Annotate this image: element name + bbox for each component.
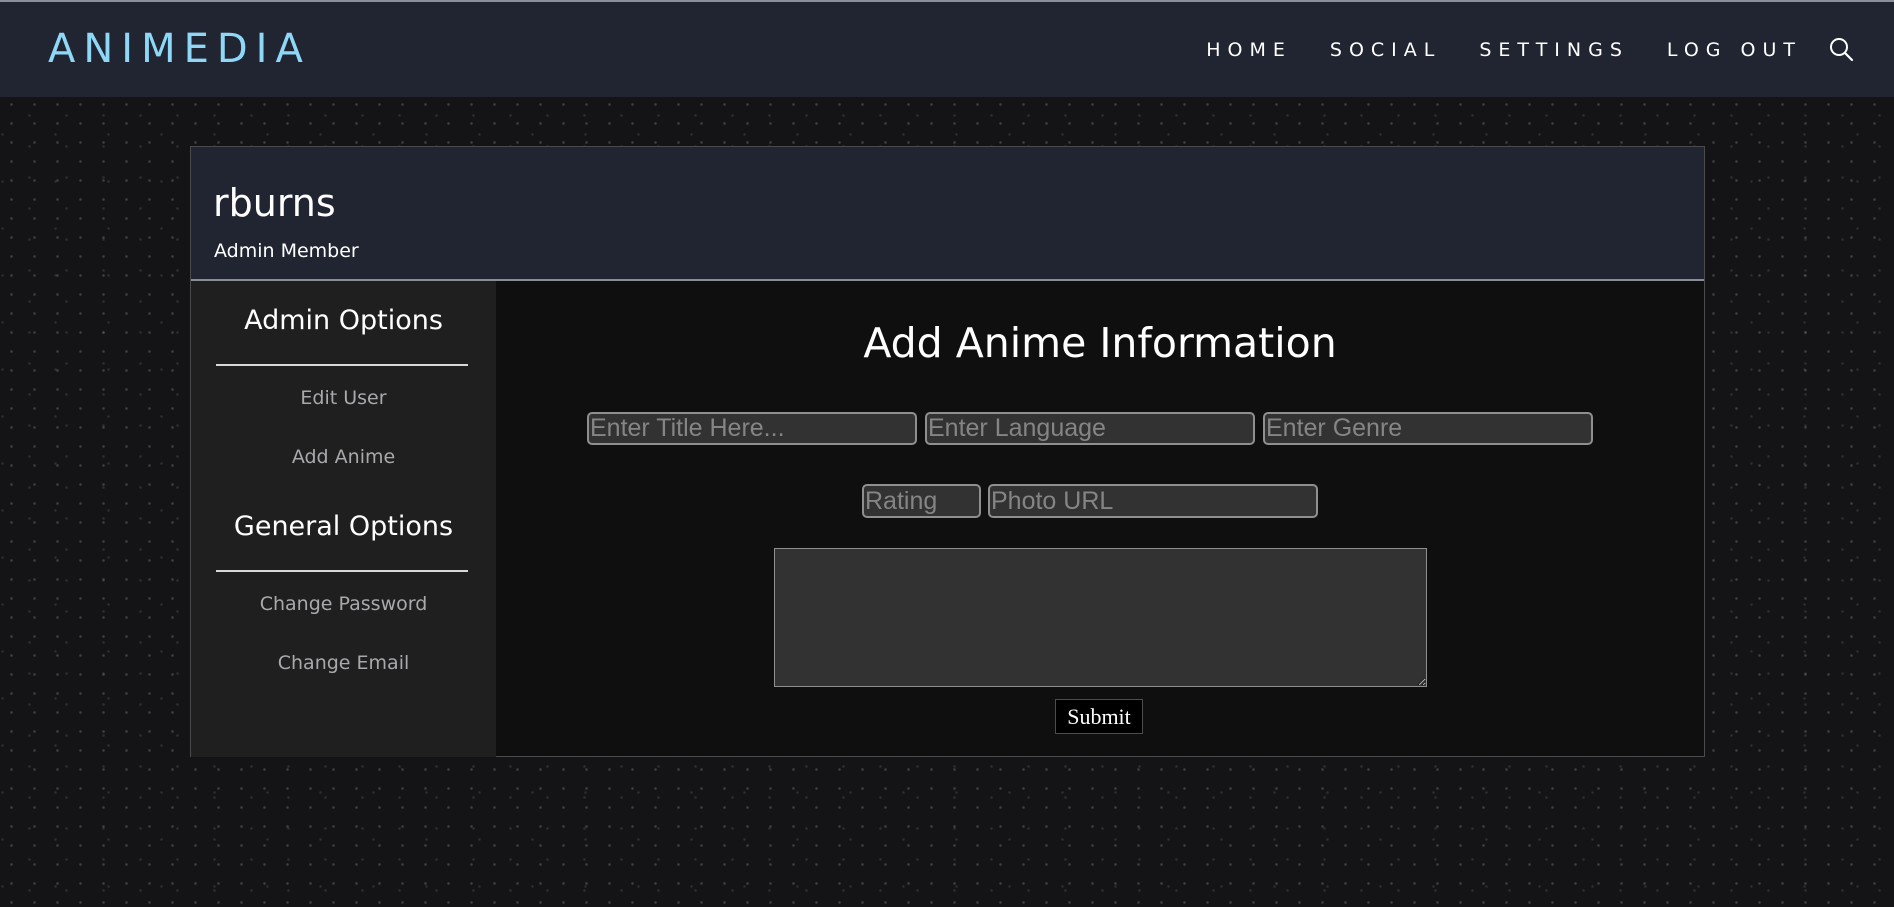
nav-links: HOME SOCIAL SETTINGS LOG OUT bbox=[1206, 39, 1802, 61]
nav-link-home[interactable]: HOME bbox=[1206, 39, 1292, 61]
description-textarea[interactable] bbox=[774, 548, 1427, 687]
nav-link-settings[interactable]: SETTINGS bbox=[1479, 39, 1629, 61]
sidebar-item-edit-user[interactable]: Edit User bbox=[191, 387, 496, 409]
admin-options-heading: Admin Options bbox=[244, 305, 443, 336]
options-sidebar: Admin Options Edit User Add Anime Genera… bbox=[191, 281, 496, 757]
profile-panel: rburns Admin Member Admin Options Edit U… bbox=[190, 146, 1705, 757]
sidebar-item-change-password[interactable]: Change Password bbox=[191, 593, 496, 615]
brand-logo[interactable]: ANIMEDIA bbox=[48, 26, 311, 72]
general-options-heading: General Options bbox=[233, 511, 454, 542]
general-options-divider bbox=[216, 570, 468, 572]
profile-header: rburns Admin Member bbox=[191, 147, 1704, 281]
form-title: Add Anime Information bbox=[863, 319, 1337, 367]
nav-link-social[interactable]: SOCIAL bbox=[1330, 39, 1441, 61]
admin-options-divider bbox=[216, 364, 468, 366]
top-navbar: ANIMEDIA HOME SOCIAL SETTINGS LOG OUT bbox=[0, 0, 1894, 97]
photo-url-input[interactable] bbox=[988, 484, 1318, 518]
member-role: Admin Member bbox=[214, 240, 359, 262]
username: rburns bbox=[213, 181, 336, 225]
title-input[interactable] bbox=[587, 412, 917, 445]
sidebar-item-add-anime[interactable]: Add Anime bbox=[191, 446, 496, 468]
genre-input[interactable] bbox=[1263, 412, 1593, 445]
sidebar-item-change-email[interactable]: Change Email bbox=[191, 652, 496, 674]
language-input[interactable] bbox=[925, 412, 1255, 445]
rating-input[interactable] bbox=[862, 484, 981, 518]
nav-link-logout[interactable]: LOG OUT bbox=[1667, 39, 1802, 61]
submit-button[interactable]: Submit bbox=[1055, 699, 1143, 734]
search-icon[interactable] bbox=[1828, 36, 1854, 62]
add-anime-form: Add Anime Information Submit bbox=[496, 281, 1704, 757]
